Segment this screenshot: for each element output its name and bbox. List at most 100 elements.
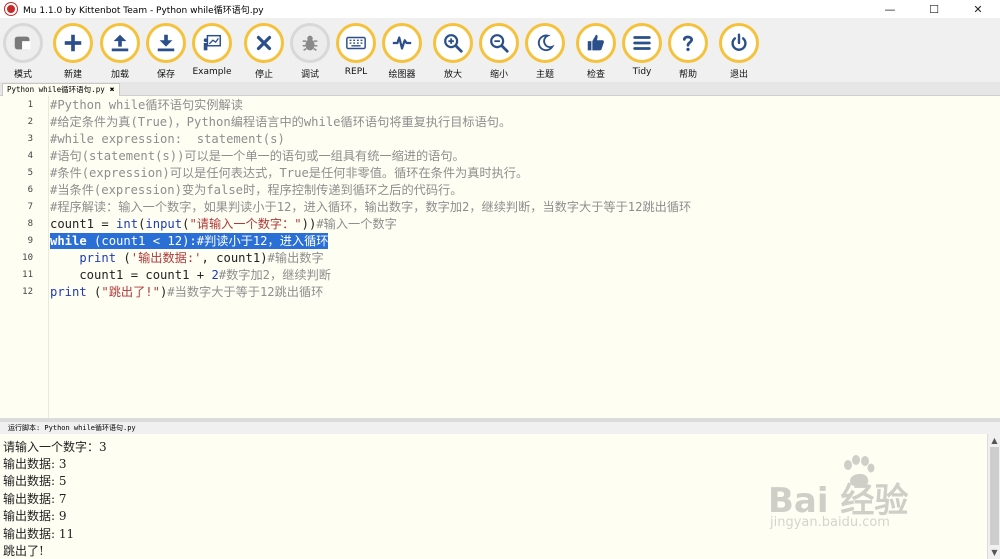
line-number: 8 [27,219,33,229]
example-button[interactable]: Example [190,23,234,81]
code-token: #输入一个数字 [316,217,397,231]
code-line-12: print ("跳出了!")#当数字大于等于12跳出循环 [50,284,323,300]
code-token: count1 = count1 + [50,268,212,282]
code-line-4: #语句(statement(s))可以是一个单一的语句或一组具有统一缩进的语句。 [50,149,465,163]
code-line-11: count1 = count1 + 2#数字加2，继续判断 [50,267,331,283]
tidy-button[interactable]: Tidy [620,23,664,81]
tab-close-icon[interactable]: ✖ [110,84,115,96]
code-token: while [50,234,87,248]
minimize-button[interactable]: — [868,0,912,18]
bug-icon [290,23,330,63]
quit-label: 退出 [729,70,748,80]
repl-line: 输出数据: 5 [3,474,67,488]
upload-icon [100,23,140,63]
line-number: 1 [27,100,33,110]
code-token: '输出数据:' [130,251,202,265]
zoom-in-button[interactable]: 放大 [431,23,475,81]
repl-line: 输出数据: 11 [3,527,75,541]
line-number: 10 [22,253,33,263]
line-number: 11 [22,270,33,280]
code-token: #输出数字 [267,251,324,265]
code-token: , count1) [201,251,268,265]
code-line-8: count1 = int(input("请输入一个数字："))#输入一个数字 [50,216,397,232]
code-token: #当数字大于等于12跳出循环 [167,285,324,299]
code-line-5: #条件(expression)可以是任何表达式，True是任何非零值。循环在条件… [50,166,529,180]
code-editor[interactable]: 1 2 3 4 5 6 7 8 9 10 11 12 #Python while… [0,96,1000,418]
code-token: (count1 < 12): [86,234,197,248]
theme-label: 主题 [535,70,554,80]
code-line-7: #程序解读：输入一个数字，如果判读小于12，进入循环，输出数字，数字加2，继续判… [50,200,692,214]
theme-button[interactable]: 主题 [523,23,567,81]
code-line-10: print ('输出数据:', count1)#输出数字 [50,250,324,266]
example-label: Example [192,67,232,77]
power-icon [719,23,759,63]
repl-line: 输出数据: 3 [3,457,67,471]
repl-line: 输出数据: 9 [3,509,67,523]
zoom-in-icon [433,23,473,63]
code-token: int [116,217,139,231]
code-line-9-selected: while (count1 < 12):#判读小于12，进入循环 [50,233,329,249]
scroll-up-icon[interactable]: ▲ [989,435,1000,446]
code-token: input [145,217,183,231]
close-icon [244,23,284,63]
zoom-out-icon [479,23,519,63]
title-bar: Mu 1.1.0 by Kittenbot Team - Python whil… [0,0,1000,18]
presentation-icon [192,23,232,63]
repl-button[interactable]: REPL [334,23,378,81]
watermark-url: jingyan.baidu.com [770,515,890,530]
close-window-button[interactable]: ✕ [956,0,1000,18]
repl-scrollbar[interactable]: ▲ ▼ [987,434,1000,559]
scroll-down-icon[interactable]: ▼ [989,547,1000,558]
quit-button[interactable]: 退出 [717,23,761,81]
code-token: "跳出了!" [101,285,160,299]
code-line-6: #当条件(expression)变为false时，程序控制传递到循环之后的代码行… [50,183,463,197]
line-number: 2 [27,117,33,127]
code-token: "请输入一个数字：" [189,217,302,231]
code-token: print [50,251,117,265]
code-token: print [50,285,87,299]
baidu-jingyan-watermark: Bai 经验 jingyan.baidu.com [768,455,968,540]
load-button[interactable]: 加载 [98,23,142,81]
lines-icon [622,23,662,63]
repl-header: 运行脚本: Python while循环语句.py [0,422,1000,434]
code-token: #判读小于12，进入循环 [196,234,329,248]
code-token: ( [86,285,102,299]
new-button[interactable]: 新建 [51,23,95,81]
stop-button[interactable]: 停止 [242,23,286,81]
tab-python-while[interactable]: Python while循环语句.py ✖ [2,83,120,96]
plus-icon [53,23,93,63]
mode-button[interactable]: 模式 [1,23,45,81]
repl-line: 输出数据: 7 [3,492,67,506]
tab-strip: Python while循环语句.py ✖ [0,82,1000,96]
repl-line: 跳出了! [3,544,44,558]
keyboard-icon [336,23,376,63]
check-button[interactable]: 检查 [574,23,618,81]
code-token: count1 = [50,217,117,231]
mode-label: 模式 [13,70,32,80]
line-number-gutter: 1 2 3 4 5 6 7 8 9 10 11 12 [0,96,49,418]
zoom-out-button[interactable]: 缩小 [477,23,521,81]
repl-line: 请输入一个数字：3 [3,440,107,454]
line-number: 7 [27,202,33,212]
window-controls: — ☐ ✕ [868,0,1000,18]
download-icon [146,23,186,63]
line-number: 3 [27,134,33,144]
moon-icon [525,23,565,63]
code-line-2: #给定条件为真(True)，Python编程语言中的while循环语句将重复执行… [50,115,512,129]
code-token: #数字加2，继续判断 [218,268,331,282]
plotter-button[interactable]: 绘图器 [380,23,424,81]
tab-label: Python while循环语句.py [7,85,105,94]
help-button[interactable]: 帮助 [666,23,710,81]
code-line-3: #while expression: statement(s) [50,132,285,146]
code-token: ( [116,251,131,265]
line-number: 12 [22,287,33,297]
save-button[interactable]: 保存 [144,23,188,81]
scrollbar-thumb[interactable] [990,447,999,545]
maximize-button[interactable]: ☐ [912,0,956,18]
code-line-1: #Python while循环语句实例解读 [50,98,243,112]
debug-button[interactable]: 调试 [288,23,332,81]
line-number: 5 [27,168,33,178]
toolbar: 模式 新建 加载 保存 Example 停止 调试 REPL 绘图器 放大 缩小… [0,18,1000,82]
window-title: Mu 1.1.0 by Kittenbot Team - Python whil… [23,5,264,16]
line-number: 6 [27,185,33,195]
